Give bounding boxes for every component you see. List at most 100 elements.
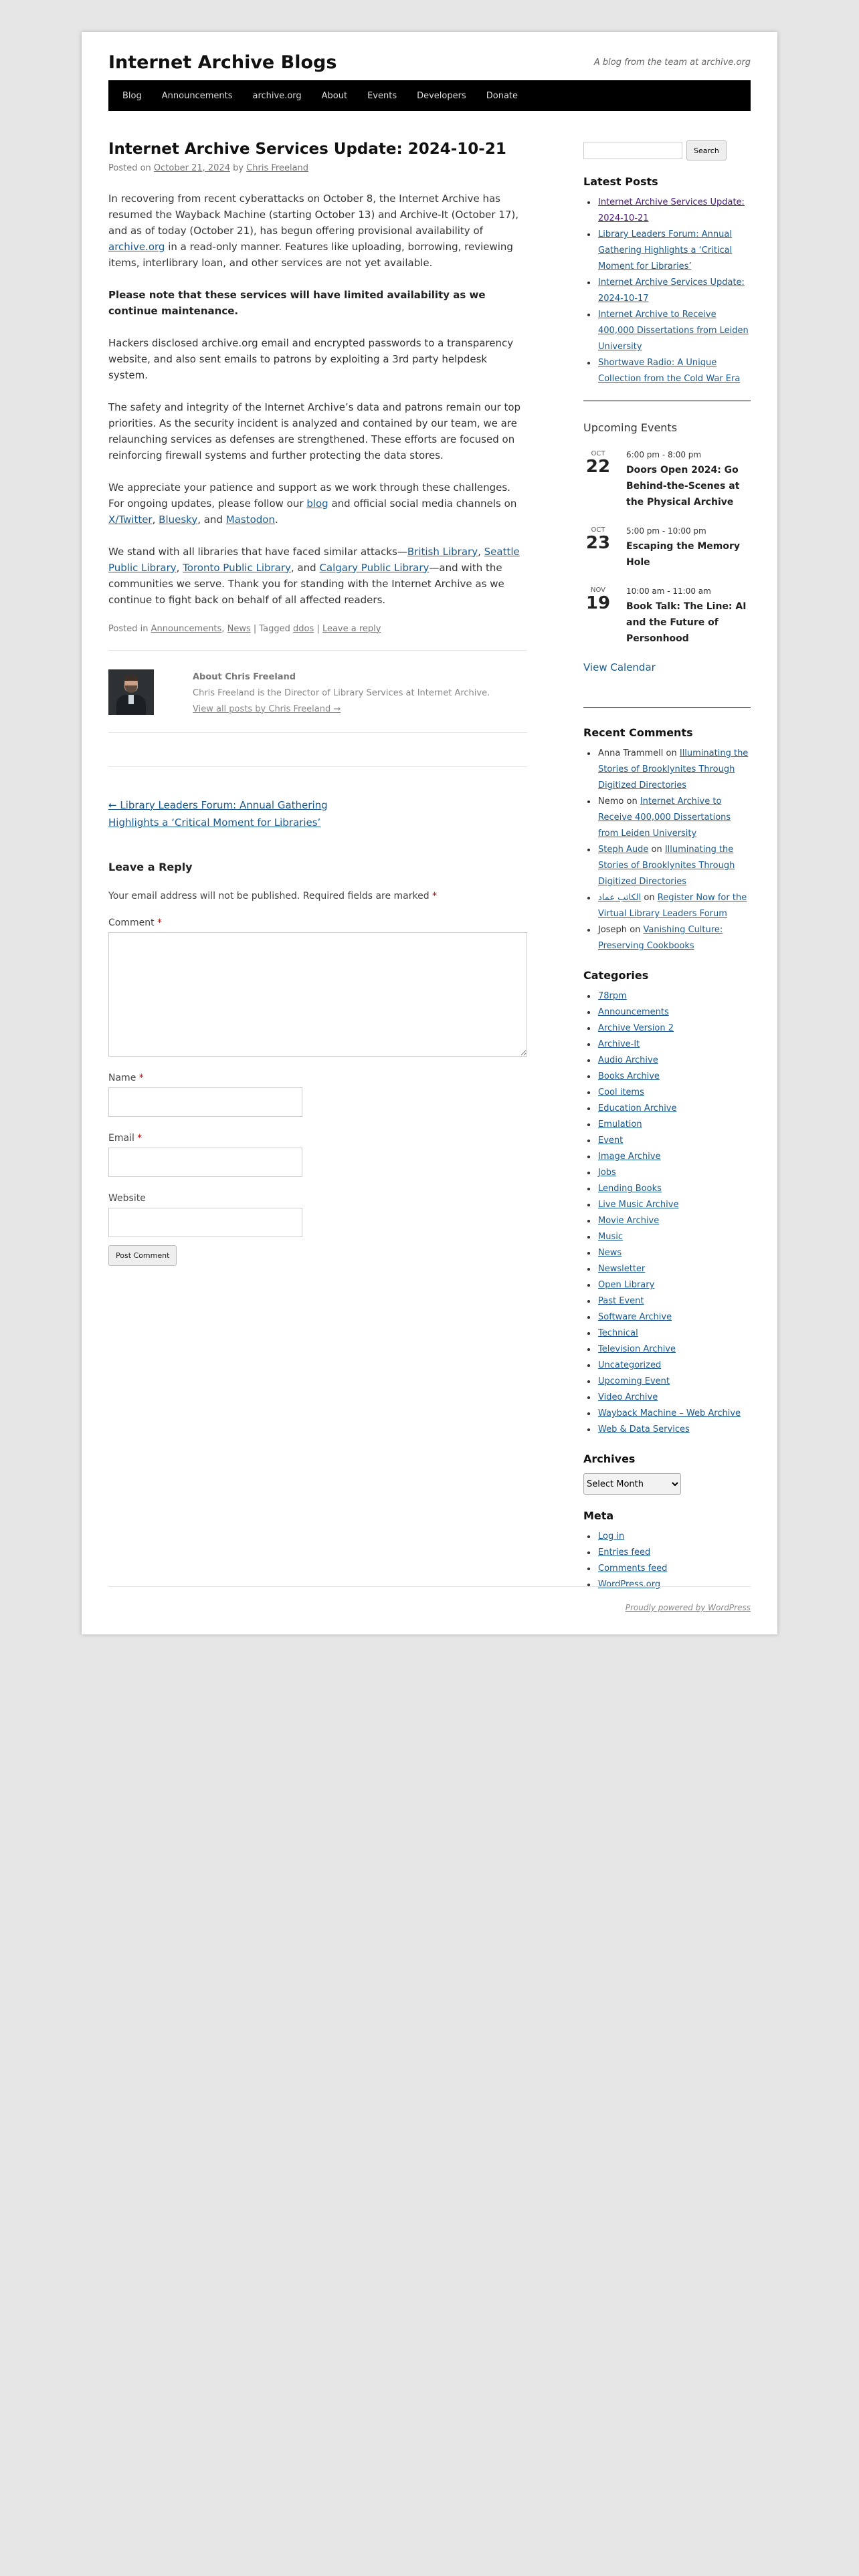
post-author-link[interactable]: Chris Freeland <box>246 163 308 173</box>
category-item: Past Event <box>597 1293 751 1309</box>
nav-archive-org[interactable]: archive.org <box>242 91 311 101</box>
comment-author-link[interactable]: الكاتب عماد <box>598 893 641 903</box>
view-all-posts-link[interactable]: View all posts by Chris Freeland → <box>193 704 341 714</box>
category-link[interactable]: Software Archive <box>598 1312 672 1322</box>
category-link[interactable]: Image Archive <box>598 1152 661 1162</box>
latest-post-link[interactable]: Internet Archive to Receive 400,000 Diss… <box>598 310 749 352</box>
category-link[interactable]: Archive Version 2 <box>598 1023 674 1033</box>
category-link[interactable]: Cool items <box>598 1087 644 1097</box>
website-label: Website <box>108 1192 146 1204</box>
event-date: OCT 22 <box>583 450 613 510</box>
comments-feed-link[interactable]: Comments feed <box>598 1564 667 1574</box>
site-title[interactable]: Internet Archive Blogs <box>108 52 337 73</box>
category-link[interactable]: 78rpm <box>598 991 627 1001</box>
category-link[interactable]: Open Library <box>598 1280 654 1290</box>
category-link[interactable]: Video Archive <box>598 1392 658 1402</box>
bluesky-link[interactable]: Bluesky <box>159 514 197 526</box>
event-name[interactable]: Doors Open 2024: Go Behind-the-Scenes at… <box>626 462 751 510</box>
name-input[interactable] <box>108 1087 302 1117</box>
category-announcements-link[interactable]: Announcements <box>151 624 222 634</box>
british-library-link[interactable]: British Library <box>407 546 478 558</box>
meta-list: Log in Entries feed Comments feed WordPr… <box>597 1529 751 1593</box>
category-item: Announcements <box>597 1004 751 1021</box>
post-meta: Posted on October 21, 2024 by Chris Free… <box>108 163 527 173</box>
nav-about[interactable]: About <box>312 91 357 101</box>
category-link[interactable]: Audio Archive <box>598 1055 658 1065</box>
post-body: In recovering from recent cyberattacks o… <box>108 191 527 608</box>
event-name[interactable]: Escaping the Memory Hole <box>626 538 751 570</box>
p5-text-b: and official social media channels on <box>328 497 517 510</box>
login-link[interactable]: Log in <box>598 1531 624 1541</box>
toronto-library-link[interactable]: Toronto Public Library <box>183 562 291 574</box>
category-link[interactable]: Movie Archive <box>598 1216 659 1226</box>
name-label: Name * <box>108 1073 527 1083</box>
category-link[interactable]: Books Archive <box>598 1071 660 1081</box>
tag-ddos-link[interactable]: ddos <box>293 624 314 634</box>
archives-select[interactable]: Select Month <box>583 1473 681 1495</box>
nav-blog[interactable]: Blog <box>112 91 152 101</box>
category-link[interactable]: Wayback Machine – Web Archive <box>598 1408 741 1418</box>
page-container: Internet Archive Blogs A blog from the t… <box>82 32 777 1634</box>
calgary-library-link[interactable]: Calgary Public Library <box>319 562 429 574</box>
powered-by-link[interactable]: Proudly powered by WordPress <box>626 1603 751 1612</box>
latest-post-link[interactable]: Internet Archive Services Update: 2024-1… <box>598 278 745 304</box>
category-link[interactable]: Technical <box>598 1328 638 1338</box>
category-link[interactable]: Archive-It <box>598 1039 640 1049</box>
category-link[interactable]: Newsletter <box>598 1264 645 1274</box>
nav-donate[interactable]: Donate <box>476 91 528 101</box>
previous-post-link[interactable]: ← Library Leaders Forum: Annual Gatherin… <box>108 799 328 829</box>
post-comment-button[interactable]: Post Comment <box>108 1245 177 1266</box>
nav-developers[interactable]: Developers <box>407 91 476 101</box>
latest-post-link[interactable]: Shortwave Radio: A Unique Collection fro… <box>598 358 740 384</box>
category-link[interactable]: News <box>598 1248 622 1258</box>
categories-title: Categories <box>583 969 649 982</box>
category-link[interactable]: Past Event <box>598 1296 644 1306</box>
category-link[interactable]: Education Archive <box>598 1103 677 1113</box>
category-link[interactable]: Music <box>598 1232 623 1242</box>
post-date-link[interactable]: October 21, 2024 <box>154 163 230 173</box>
archive-org-link[interactable]: archive.org <box>108 241 165 253</box>
recent-comment-item: الكاتب عماد on Register Now for the Virt… <box>597 890 751 922</box>
p5-text-d: , and <box>197 513 226 526</box>
search-button[interactable]: Search <box>686 140 727 160</box>
email-input[interactable] <box>108 1147 302 1177</box>
paragraph-1: In recovering from recent cyberattacks o… <box>108 191 527 271</box>
category-link[interactable]: Upcoming Event <box>598 1376 670 1386</box>
category-link[interactable]: Live Music Archive <box>598 1200 678 1210</box>
category-link[interactable]: Uncategorized <box>598 1360 661 1370</box>
category-item: 78rpm <box>597 988 751 1004</box>
p1-text-a: In recovering from recent cyberattacks o… <box>108 192 519 237</box>
sidebar-divider <box>583 707 751 708</box>
website-input[interactable] <box>108 1207 302 1237</box>
event-time: 5:00 pm - 10:00 pm <box>626 526 706 536</box>
p1-text-b: in a read-only manner. Features like upl… <box>108 240 513 269</box>
category-link[interactable]: Television Archive <box>598 1344 676 1354</box>
category-link[interactable]: Event <box>598 1136 623 1146</box>
p5-text-c: , <box>152 513 159 526</box>
category-news-link[interactable]: News <box>227 624 251 634</box>
leave-reply-link[interactable]: Leave a reply <box>322 624 381 634</box>
category-link[interactable]: Lending Books <box>598 1184 662 1194</box>
nav-announcements[interactable]: Announcements <box>152 91 243 101</box>
p6-sep-1: , <box>478 545 484 558</box>
category-item: Video Archive <box>597 1390 751 1406</box>
blog-link[interactable]: blog <box>306 498 328 510</box>
nav-events[interactable]: Events <box>357 91 407 101</box>
category-link[interactable]: Web & Data Services <box>598 1424 690 1434</box>
comment-textarea[interactable] <box>108 932 527 1057</box>
search-input[interactable] <box>583 142 682 159</box>
comment-notes: Your email address will not be published… <box>108 891 527 901</box>
category-link[interactable]: Announcements <box>598 1007 669 1017</box>
author-bio: Chris Freeland is the Director of Librar… <box>193 687 490 698</box>
on-label: on <box>626 796 638 807</box>
view-calendar-link[interactable]: View Calendar <box>583 661 751 673</box>
x-twitter-link[interactable]: X/Twitter <box>108 514 153 526</box>
category-link[interactable]: Jobs <box>598 1168 616 1178</box>
comment-author-link[interactable]: Steph Aude <box>598 845 648 855</box>
event-name[interactable]: Book Talk: The Line: AI and the Future o… <box>626 599 751 647</box>
latest-post-link[interactable]: Internet Archive Services Update: 2024-1… <box>598 197 745 223</box>
mastodon-link[interactable]: Mastodon <box>226 514 275 526</box>
entries-feed-link[interactable]: Entries feed <box>598 1547 650 1558</box>
category-link[interactable]: Emulation <box>598 1119 642 1130</box>
latest-post-link[interactable]: Library Leaders Forum: Annual Gathering … <box>598 229 732 272</box>
